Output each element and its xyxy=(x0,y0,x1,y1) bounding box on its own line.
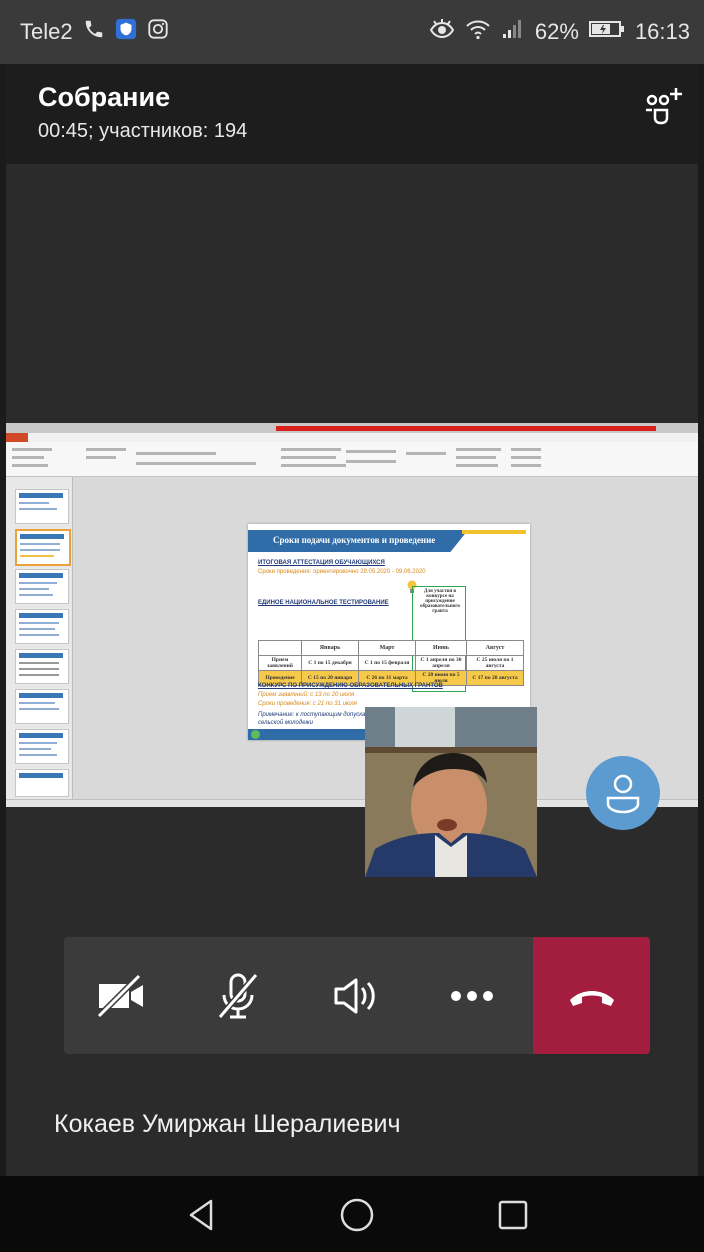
table-cell: С 1 по 15 февраля xyxy=(358,655,416,671)
table-header xyxy=(258,640,302,656)
mic-toggle-button[interactable] xyxy=(181,937,295,1054)
camera-toggle-button[interactable] xyxy=(64,937,178,1054)
hang-up-button[interactable] xyxy=(533,937,650,1054)
battery-icon xyxy=(588,19,625,45)
table-header: Январь xyxy=(301,640,359,656)
table-header: Июнь xyxy=(415,640,467,656)
home-icon xyxy=(340,1198,374,1232)
table-header: Март xyxy=(358,640,416,656)
table-cell: С 17 по 20 августа xyxy=(466,670,524,686)
slide-thumbnail[interactable] xyxy=(15,489,69,524)
section-text: Примечание: к поступающим допускаются xyxy=(258,712,382,718)
back-icon xyxy=(189,1199,213,1231)
section-heading: ЕДИНОЕ НАЦИОНАЛЬНОЕ ТЕСТИРОВАНИЕ xyxy=(258,600,389,606)
table-cell: С 25 июля по 1 августа xyxy=(466,655,524,671)
call-controls xyxy=(64,937,650,1054)
mic-off-icon xyxy=(217,972,259,1019)
slide-thumbnail[interactable] xyxy=(15,569,69,604)
slide-thumbnail[interactable] xyxy=(15,649,69,684)
slide-title-banner: Сроки подачи документов и проведение xyxy=(248,530,468,552)
table-row: Прием заявлений С 1 по 15 декабря С 1 по… xyxy=(258,655,524,671)
slide-title: Сроки подачи документов и проведение xyxy=(273,535,436,545)
slide-accent-bar xyxy=(462,530,526,534)
speaker-icon xyxy=(334,978,375,1013)
clock: 16:13 xyxy=(634,19,690,44)
ent-schedule-table: Январь Март Июнь Август Прием заявлений … xyxy=(258,640,524,686)
meeting-header: Собрание 00:45; участников: 194 xyxy=(6,64,698,164)
shared-screen: Сроки подачи документов и проведение ИТО… xyxy=(6,423,698,807)
camera-off-icon xyxy=(96,973,143,1018)
participant-avatar[interactable] xyxy=(586,756,660,830)
logo-icon xyxy=(251,730,260,739)
grant-note-text: Для участия в конкурсе на присуждение об… xyxy=(420,589,460,614)
section-text: Сроки проведения: ориентировочно 29.05.2… xyxy=(258,569,426,575)
wifi-icon xyxy=(465,18,491,46)
slide-thumbnail[interactable] xyxy=(15,609,69,644)
signal-icon xyxy=(501,18,525,46)
android-nav-bar xyxy=(0,1176,704,1252)
slide-thumbnail[interactable] xyxy=(15,769,69,797)
recents-icon xyxy=(498,1200,528,1230)
app-title-highlight xyxy=(276,426,656,431)
more-options-button[interactable] xyxy=(415,937,529,1054)
meeting-title: Собрание xyxy=(38,82,171,112)
slide-thumbnail[interactable] xyxy=(15,529,71,566)
speaker-video[interactable] xyxy=(365,707,537,877)
table-cell: С 1 по 15 декабря xyxy=(301,655,359,671)
user-icon xyxy=(606,774,640,814)
back-button[interactable] xyxy=(176,1190,226,1240)
section-text: Сроки проведения: с 21 по 31 июля xyxy=(258,701,357,707)
ribbon-toolbar xyxy=(6,442,698,477)
add-participant-icon[interactable] xyxy=(638,84,688,134)
eye-icon xyxy=(429,18,455,46)
home-button[interactable] xyxy=(332,1190,382,1240)
table-header: Август xyxy=(466,640,524,656)
slide-thumbnail[interactable] xyxy=(15,729,69,764)
table-cell: Прием заявлений xyxy=(258,655,302,671)
instagram-icon xyxy=(147,18,169,46)
hang-up-icon xyxy=(569,990,614,1006)
section-text: Прием заявлений: с 13 по 20 июля xyxy=(258,692,355,698)
meeting-duration-participants: 00:45; участников: 194 xyxy=(38,120,248,142)
shield-app-icon xyxy=(115,18,137,46)
recents-button[interactable] xyxy=(488,1190,538,1240)
carrier-label: Tele2 xyxy=(20,19,73,44)
more-icon xyxy=(451,990,493,1001)
table-cell: С 1 апреля по 30 апреля xyxy=(415,655,467,671)
section-heading: КОНКУРС ПО ПРИСУЖДЕНИЮ ОБРАЗОВАТЕЛЬНЫХ Г… xyxy=(258,683,443,689)
section-text: сельской молодежи xyxy=(258,720,313,726)
phone-icon xyxy=(83,18,105,46)
status-bar: Tele2 62% 16:13 xyxy=(0,0,704,64)
speaker-button[interactable] xyxy=(298,937,412,1054)
active-speaker-name: Кокаев Умиржан Шералиевич xyxy=(54,1110,401,1138)
slide-thumbnails xyxy=(6,477,73,799)
slide-thumbnail[interactable] xyxy=(15,689,69,724)
battery-label: 62% xyxy=(534,19,579,44)
section-heading: ИТОГОВАЯ АТТЕСТАЦИЯ ОБУЧАЮЩИХСЯ xyxy=(258,560,385,566)
